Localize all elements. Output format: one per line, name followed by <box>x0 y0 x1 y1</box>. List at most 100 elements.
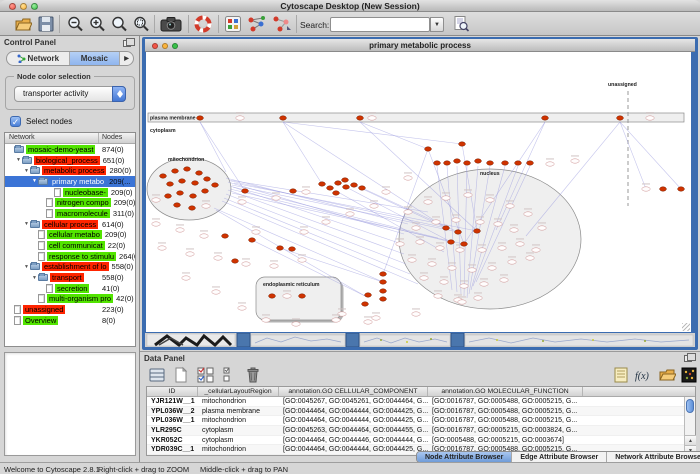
network-node-selected[interactable] <box>179 179 186 183</box>
network-node-selected[interactable] <box>202 189 209 193</box>
tree-row[interactable]: cellular metabo209(0) <box>5 230 135 241</box>
network-node[interactable] <box>478 248 486 252</box>
network-node-selected[interactable] <box>342 178 349 182</box>
network-node-selected[interactable] <box>204 177 211 181</box>
network-node[interactable] <box>442 196 450 200</box>
network-node[interactable] <box>182 276 190 280</box>
network-node-selected[interactable] <box>617 116 624 120</box>
tab-network-attribute-browser[interactable]: Network Attribute Browser <box>607 452 700 462</box>
network-node[interactable] <box>152 198 160 202</box>
network-node-selected[interactable] <box>351 183 358 187</box>
unselect-attributes-icon[interactable] <box>220 366 238 384</box>
matrix-icon[interactable] <box>680 366 698 384</box>
network-node[interactable] <box>396 242 404 246</box>
network-canvas[interactable]: plasma membrane cytoplasm mitochondrion … <box>146 52 691 332</box>
network-node-selected[interactable] <box>359 186 366 190</box>
network-node-selected[interactable] <box>380 297 387 301</box>
save-icon[interactable] <box>37 15 55 33</box>
network-node[interactable] <box>158 246 166 250</box>
network-node-selected[interactable] <box>380 289 387 293</box>
network-node[interactable] <box>176 228 184 232</box>
network-node-selected[interactable] <box>277 246 284 250</box>
tree-expand-icon[interactable]: ▼ <box>15 157 22 163</box>
network-node[interactable] <box>346 212 354 216</box>
tree-row[interactable]: unassigned223(0) <box>5 304 135 315</box>
network-node-selected[interactable] <box>475 159 482 163</box>
network-node-selected[interactable] <box>290 189 297 193</box>
network-node-selected[interactable] <box>464 161 471 165</box>
tree-row[interactable]: ▼biological_process651(0) <box>5 155 135 166</box>
network-node[interactable] <box>532 248 540 252</box>
network-node-selected[interactable] <box>515 161 522 165</box>
network-node-selected[interactable] <box>172 169 179 173</box>
select-nodes-checkbox[interactable]: ✓ <box>10 116 21 127</box>
table-row[interactable]: YJR121W__1mitochondrion[GO:0045267, GO:0… <box>147 397 695 407</box>
network-node-selected[interactable] <box>474 229 481 233</box>
network-node-selected[interactable] <box>196 171 203 175</box>
network-node[interactable] <box>416 240 424 244</box>
formula-icon[interactable]: f(x) <box>634 366 654 384</box>
network-node-selected[interactable] <box>280 116 287 120</box>
tree-row[interactable]: cell communicat22(0) <box>5 240 135 251</box>
network-node[interactable] <box>272 196 280 200</box>
network-node[interactable] <box>238 306 246 310</box>
network-node[interactable] <box>420 276 428 280</box>
tab-node-attribute-browser[interactable]: Node Attribute Browser <box>417 452 512 462</box>
tab-network[interactable]: Network <box>7 52 70 65</box>
tree-expand-icon[interactable]: ▼ <box>23 221 30 227</box>
network-node[interactable] <box>434 294 442 298</box>
tree-row[interactable]: ▼transport558(0) <box>5 272 135 283</box>
network-node[interactable] <box>432 220 440 224</box>
network-node-selected[interactable] <box>160 174 167 178</box>
resize-grip[interactable] <box>682 323 690 331</box>
float-data-panel-icon[interactable] <box>684 355 692 362</box>
help-icon[interactable] <box>194 15 212 33</box>
vizmapper-icon[interactable] <box>224 15 242 33</box>
background-window-icon[interactable] <box>451 333 464 347</box>
network-window-titlebar[interactable]: primary metabolic process <box>145 39 695 52</box>
network-node[interactable] <box>474 296 482 300</box>
network-node[interactable] <box>412 312 420 316</box>
network-node-selected[interactable] <box>678 187 685 191</box>
network-node-selected[interactable] <box>184 167 191 171</box>
network-node-selected[interactable] <box>448 240 455 244</box>
network-node[interactable] <box>480 282 488 286</box>
network-node-selected[interactable] <box>459 142 466 146</box>
network-node[interactable] <box>292 322 300 326</box>
network-node-selected[interactable] <box>425 147 432 151</box>
tree-row[interactable]: secretion41(0) <box>5 283 135 294</box>
network-node[interactable] <box>468 268 476 272</box>
network-node[interactable] <box>368 116 376 120</box>
network-node[interactable] <box>283 294 291 298</box>
network-node[interactable] <box>214 256 222 260</box>
network-node[interactable] <box>494 222 502 226</box>
snapshot-icon[interactable] <box>160 15 182 33</box>
network-node[interactable] <box>302 190 310 194</box>
network-node-selected[interactable] <box>222 234 229 238</box>
network-node-selected[interactable] <box>660 187 667 191</box>
network-node[interactable] <box>262 318 270 322</box>
tree-col-network[interactable]: Network <box>5 133 99 143</box>
search-dropdown-icon[interactable]: ▼ <box>430 17 444 32</box>
network-node[interactable] <box>486 198 494 202</box>
tree-expand-icon[interactable]: ▼ <box>31 275 38 281</box>
network-node[interactable] <box>364 320 372 324</box>
network-node-selected[interactable] <box>289 247 296 251</box>
network-node[interactable] <box>236 116 244 120</box>
new-attribute-icon[interactable] <box>172 366 190 384</box>
network-node[interactable] <box>428 262 436 266</box>
table-row[interactable]: YLR295Ccytoplasm[GO:0045263, GO:0044464,… <box>147 426 695 436</box>
tab-edge-attribute-browser[interactable]: Edge Attribute Browser <box>512 452 607 462</box>
network-node[interactable] <box>646 116 654 120</box>
network-node[interactable] <box>436 246 444 250</box>
network-node[interactable] <box>546 162 554 166</box>
background-window-icon[interactable] <box>346 333 359 347</box>
network-node-selected[interactable] <box>319 182 326 186</box>
window-titlebar[interactable]: Cytoscape Desktop (New Session) <box>0 0 700 12</box>
network-node-selected[interactable] <box>380 272 387 276</box>
network-view-icon[interactable] <box>246 15 268 33</box>
tree-row[interactable]: ▼primary metabo209(... <box>5 176 135 187</box>
network-node[interactable] <box>242 262 250 266</box>
network-node-selected[interactable] <box>189 206 196 210</box>
tree-row[interactable]: macromolecule311(0) <box>5 208 135 219</box>
